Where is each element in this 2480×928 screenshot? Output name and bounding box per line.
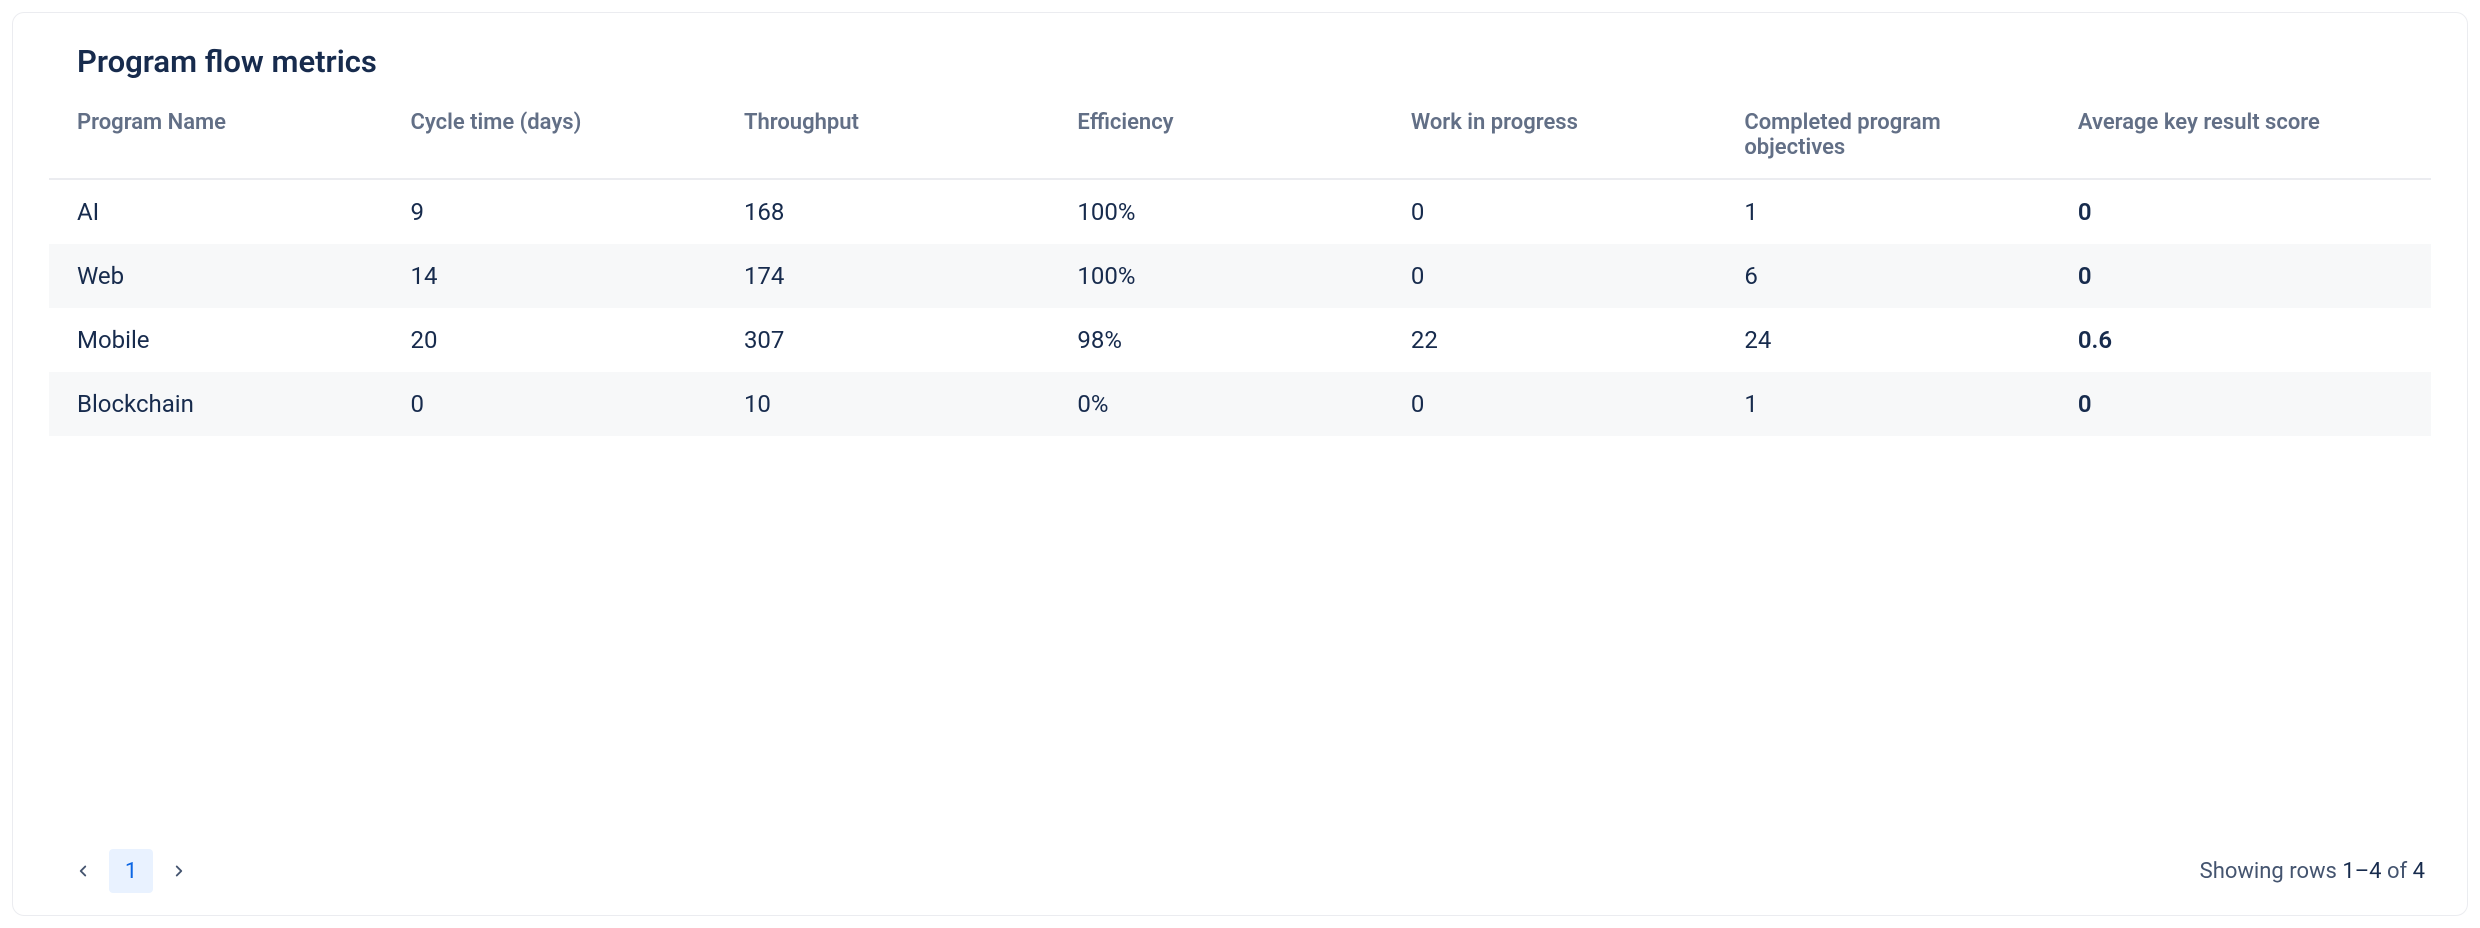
cell-throughput: 168 — [716, 179, 1049, 244]
cell-efficiency: 0% — [1049, 372, 1382, 436]
program-flow-metrics-card: Program flow metrics Program Name Cycle … — [12, 12, 2468, 916]
cell-cycle-time: 20 — [382, 308, 715, 372]
rows-total: 4 — [2413, 859, 2425, 884]
cell-completed: 6 — [1716, 244, 2049, 308]
cell-wip: 22 — [1383, 308, 1716, 372]
rows-of: of — [2382, 859, 2413, 884]
pagination: 1 — [63, 849, 199, 893]
table-footer: 1 Showing rows 1–4 of 4 — [49, 849, 2431, 893]
col-completed-objectives[interactable]: Completed program objectives — [1716, 100, 2049, 179]
table-row: Web14174100%060 — [49, 244, 2431, 308]
cell-program-name: Blockchain — [49, 372, 382, 436]
cell-efficiency: 100% — [1049, 244, 1382, 308]
col-efficiency[interactable]: Efficiency — [1049, 100, 1382, 179]
chevron-right-icon — [170, 862, 188, 880]
cell-score: 0 — [2050, 179, 2431, 244]
cell-score: 0 — [2050, 244, 2431, 308]
page-number-current[interactable]: 1 — [109, 849, 153, 893]
cell-wip: 0 — [1383, 179, 1716, 244]
cell-completed: 24 — [1716, 308, 2049, 372]
cell-throughput: 174 — [716, 244, 1049, 308]
cell-throughput: 307 — [716, 308, 1049, 372]
cell-throughput: 10 — [716, 372, 1049, 436]
cell-completed: 1 — [1716, 179, 2049, 244]
col-work-in-progress[interactable]: Work in progress — [1383, 100, 1716, 179]
col-avg-key-result[interactable]: Average key result score — [2050, 100, 2431, 179]
table-row: Blockchain0100%010 — [49, 372, 2431, 436]
col-throughput[interactable]: Throughput — [716, 100, 1049, 179]
metrics-table: Program Name Cycle time (days) Throughpu… — [49, 100, 2431, 436]
table-row: AI9168100%010 — [49, 179, 2431, 244]
cell-cycle-time: 9 — [382, 179, 715, 244]
cell-wip: 0 — [1383, 372, 1716, 436]
rows-showing-info: Showing rows 1–4 of 4 — [2200, 859, 2425, 884]
table-header-row: Program Name Cycle time (days) Throughpu… — [49, 100, 2431, 179]
cell-program-name: AI — [49, 179, 382, 244]
next-page-button[interactable] — [159, 851, 199, 891]
chevron-left-icon — [74, 862, 92, 880]
cell-score: 0.6 — [2050, 308, 2431, 372]
col-program-name[interactable]: Program Name — [49, 100, 382, 179]
cell-cycle-time: 0 — [382, 372, 715, 436]
rows-range: 1–4 — [2342, 859, 2381, 884]
cell-efficiency: 100% — [1049, 179, 1382, 244]
table-row: Mobile2030798%22240.6 — [49, 308, 2431, 372]
prev-page-button[interactable] — [63, 851, 103, 891]
cell-cycle-time: 14 — [382, 244, 715, 308]
cell-completed: 1 — [1716, 372, 2049, 436]
rows-label: Showing rows — [2200, 859, 2343, 884]
col-cycle-time[interactable]: Cycle time (days) — [382, 100, 715, 179]
cell-wip: 0 — [1383, 244, 1716, 308]
cell-score: 0 — [2050, 372, 2431, 436]
card-title: Program flow metrics — [77, 43, 2431, 80]
cell-program-name: Mobile — [49, 308, 382, 372]
cell-program-name: Web — [49, 244, 382, 308]
cell-efficiency: 98% — [1049, 308, 1382, 372]
